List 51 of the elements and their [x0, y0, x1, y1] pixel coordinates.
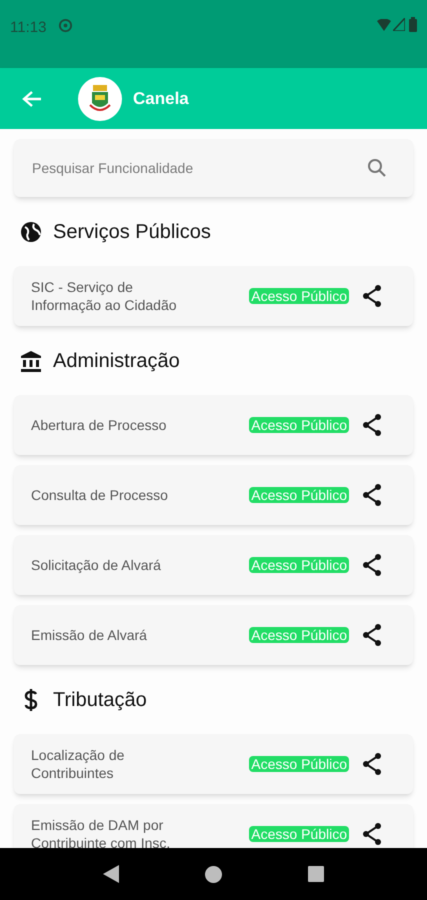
share-button[interactable]: [361, 413, 383, 437]
access-badge: Acesso Público: [249, 627, 349, 643]
search-field[interactable]: Pesquisar Funcionalidade: [14, 139, 413, 197]
back-nav-icon[interactable]: [103, 865, 119, 883]
access-badge: Acesso Público: [249, 557, 349, 573]
section-title: Serviços Públicos: [53, 220, 211, 244]
feature-label: SIC - Serviço de Informação ao Cidadão: [31, 278, 178, 314]
feature-label: Abertura de Processo: [31, 416, 168, 434]
home-nav-icon[interactable]: [205, 866, 222, 882]
share-button[interactable]: [361, 822, 383, 846]
app-title: Canela: [133, 88, 189, 110]
access-badge: Acesso Público: [249, 417, 349, 433]
access-badge: Acesso Público: [249, 756, 349, 772]
section-title: Administração: [53, 348, 180, 374]
feature-card[interactable]: Localização de Contribuintes Acesso Público: [14, 734, 413, 794]
share-button[interactable]: [361, 284, 383, 308]
access-badge: Acesso Público: [249, 288, 349, 304]
feature-label: Localização de Contribuintes: [31, 746, 126, 782]
share-icon: [362, 753, 382, 775]
feature-label: Consulta de Processo: [31, 486, 169, 504]
share-icon: [362, 554, 382, 576]
share-button[interactable]: [361, 483, 383, 507]
wifi-icon: [377, 19, 391, 31]
share-button[interactable]: [361, 752, 383, 776]
search-icon: [367, 158, 387, 178]
dollar-icon: [24, 688, 38, 710]
share-icon: [362, 823, 382, 845]
feature-label: Emissão de Alvará: [31, 626, 148, 644]
share-icon: [362, 414, 382, 436]
access-badge: Acesso Público: [249, 826, 349, 842]
coat-of-arms-icon: [89, 84, 111, 112]
feature-label: Solicitação de Alvará: [31, 556, 162, 574]
battery-icon: [409, 17, 417, 32]
signal-icon: [393, 18, 405, 31]
access-badge: Acesso Público: [249, 487, 349, 503]
feature-label: Emissão de DAM por Contribuinte com Insc.: [31, 816, 172, 848]
share-icon: [362, 285, 382, 307]
feature-card[interactable]: Emissão de Alvará Acesso Público: [14, 605, 413, 665]
feature-card[interactable]: SIC - Serviço de Informação ao Cidadão Acesso Público: [14, 266, 413, 326]
back-arrow-icon: [22, 90, 42, 108]
section-title: Tributação: [53, 688, 147, 712]
feature-card[interactable]: Solicitação de Alvará Acesso Público: [14, 535, 413, 595]
clock: 11:13: [10, 18, 46, 38]
feature-card[interactable]: Abertura de Processo Acesso Público: [14, 395, 413, 455]
share-icon: [362, 624, 382, 646]
share-button[interactable]: [361, 623, 383, 647]
feature-card[interactable]: Emissão de DAM por Contribuinte com Insc. Acesso Público: [14, 804, 413, 848]
share-icon: [362, 484, 382, 506]
share-button[interactable]: [361, 553, 383, 577]
bank-icon: [20, 350, 42, 372]
feature-card[interactable]: Consulta de Processo Acesso Público: [14, 465, 413, 525]
